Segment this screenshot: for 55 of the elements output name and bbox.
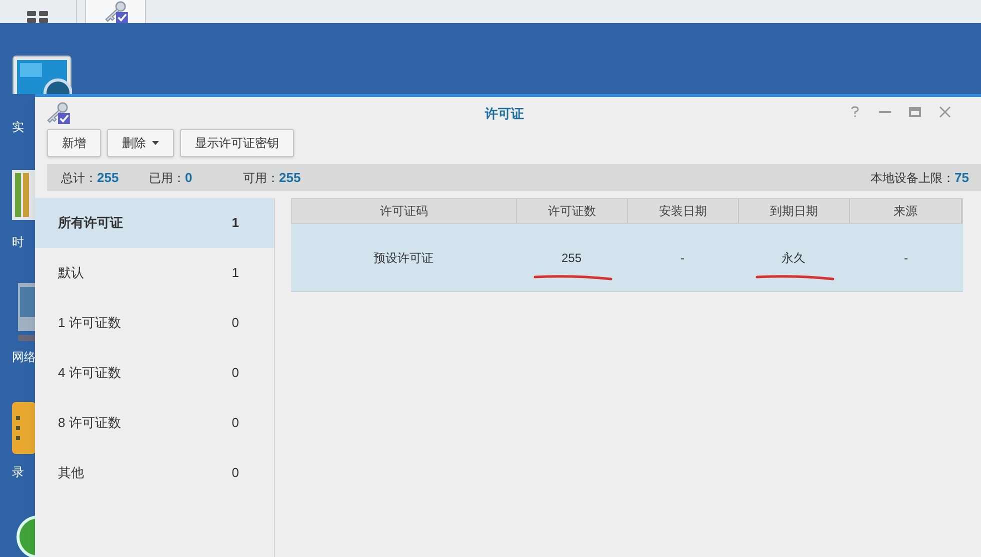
toolbar-button[interactable]: 新增	[47, 129, 101, 157]
sidebar-item-label: 1 许可证数	[58, 314, 121, 332]
stat-label: 可用：	[243, 170, 279, 186]
chart-app-icon[interactable]	[12, 170, 36, 220]
sidebar-item[interactable]: 所有许可证 1	[35, 198, 274, 248]
column-header[interactable]: 许可证数	[517, 199, 628, 223]
computer-icon[interactable]	[18, 283, 36, 343]
caret-icon	[152, 141, 159, 145]
monitor-icon[interactable]	[12, 55, 72, 94]
sidebar-item-label: 所有许可证	[58, 214, 123, 232]
sidebar-item[interactable]: 其他 0	[35, 448, 274, 498]
column-header[interactable]: 安装日期	[628, 199, 739, 223]
close-icon	[939, 106, 951, 118]
stat-value: 75	[954, 168, 969, 187]
stat-value: 0	[185, 168, 192, 187]
table-cell-text: -	[680, 250, 684, 266]
column-header[interactable]: 到期日期	[739, 199, 850, 223]
sidebar-item[interactable]: 默认 1	[35, 248, 274, 298]
dropdown-button[interactable]: 删除	[107, 129, 174, 157]
table-cell-text: 255	[561, 250, 582, 266]
sidebar-item[interactable]: 8 许可证数 0	[35, 398, 274, 448]
taskbar-app-button[interactable]	[85, 0, 146, 23]
sidebar-item-label: 4 许可证数	[58, 364, 121, 382]
sidebar-item-count: 0	[232, 414, 239, 432]
stat-value: 255	[97, 168, 119, 187]
sidebar-item-label: 默认	[58, 264, 84, 282]
sidebar-item-count: 1	[232, 214, 239, 232]
desktop-icon-label: 实	[12, 119, 24, 136]
stat-label: 已用：	[149, 170, 185, 186]
column-header[interactable]: 来源	[850, 199, 962, 223]
stat-label: 总计：	[61, 170, 97, 186]
column-header[interactable]: 许可证码	[292, 199, 517, 223]
sidebar-item-count: 0	[232, 364, 239, 382]
sidebar-item[interactable]: 4 许可证数 0	[35, 348, 274, 398]
desktop-icon-label: 网络	[12, 349, 36, 366]
desktop-icon-label: 录	[12, 464, 24, 481]
help-icon	[851, 106, 859, 118]
toolbar-button[interactable]: 显示许可证密钥	[180, 129, 294, 157]
table-row[interactable]: 预设许可证 255 - 永久 -	[291, 224, 963, 292]
grid-icon	[27, 11, 49, 23]
sidebar-item-count: 0	[232, 464, 239, 482]
table-cell-text: 永久	[782, 250, 806, 266]
sidebar-item-count: 0	[232, 314, 239, 332]
stat-value: 255	[279, 168, 301, 187]
sidebar-item-label: 8 许可证数	[58, 414, 121, 432]
key-icon	[45, 102, 71, 124]
folder-icon[interactable]	[12, 402, 36, 454]
desktop-icon-label: 时	[12, 234, 24, 251]
window-title: 许可证	[485, 105, 524, 123]
table-cell-text: 预设许可证	[374, 250, 434, 266]
sidebar-item-label: 其他	[58, 464, 84, 482]
sidebar-item[interactable]: 1 许可证数 0	[35, 298, 274, 348]
sidebar-item-count: 1	[232, 264, 239, 282]
stat-label: 本地设备上限：	[870, 170, 955, 186]
table-cell-text: -	[904, 250, 908, 266]
